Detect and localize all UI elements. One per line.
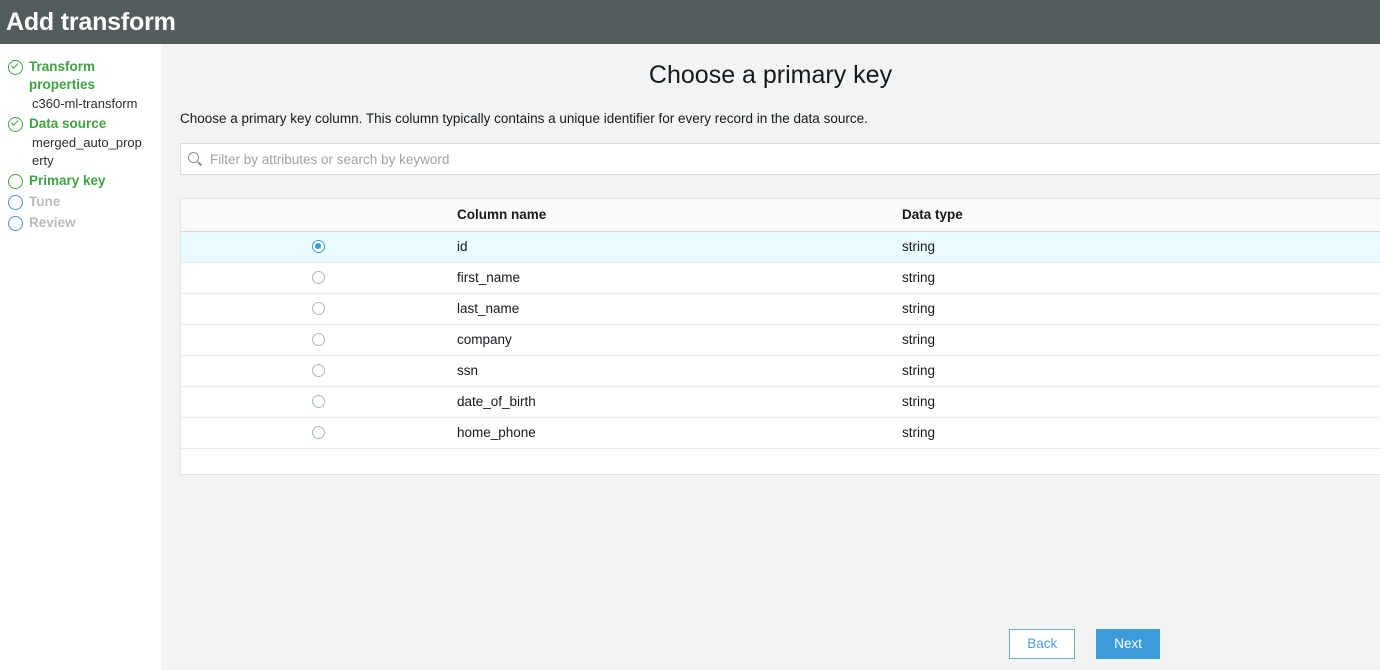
sidebar-item-tune[interactable]: Tune	[0, 191, 161, 212]
row-select-cell[interactable]	[181, 355, 457, 387]
page-title: Add transform	[6, 7, 176, 36]
table-row[interactable]: first_name string	[181, 262, 1380, 294]
sidebar-item-label: Data source	[29, 116, 107, 131]
column-header-select	[181, 199, 457, 232]
cell-column-name: first_name	[457, 262, 902, 294]
radio-button[interactable]	[312, 240, 325, 253]
column-header-data-type: Data type	[902, 199, 1380, 232]
cell-data-type: string	[902, 355, 1380, 387]
table-header-row: Column name Data type	[181, 199, 1380, 232]
app-header: Add transform	[0, 0, 1380, 44]
table-row[interactable]: company string	[181, 324, 1380, 356]
radio-button[interactable]	[312, 271, 325, 284]
wizard-actions: Back Next	[1009, 629, 1160, 659]
columns-table: Column name Data type id string first_na…	[180, 198, 1380, 475]
table-row[interactable]: last_name string	[181, 293, 1380, 325]
cell-data-type: string	[902, 386, 1380, 418]
row-select-cell[interactable]	[181, 230, 457, 263]
sidebar-item-primary-key[interactable]: Primary key	[0, 170, 161, 191]
radio-button[interactable]	[312, 364, 325, 377]
radio-button[interactable]	[312, 333, 325, 346]
page-body: Transform properties c360-ml-transform D…	[0, 44, 1380, 670]
wizard-sidebar: Transform properties c360-ml-transform D…	[0, 44, 161, 670]
check-circle-icon	[8, 60, 23, 75]
sidebar-item-label: Tune	[29, 194, 61, 209]
search-icon	[188, 151, 203, 167]
row-select-cell[interactable]	[181, 293, 457, 325]
cell-column-name: home_phone	[457, 417, 902, 449]
radio-button[interactable]	[312, 395, 325, 408]
row-select-cell[interactable]	[181, 386, 457, 418]
sidebar-item-review[interactable]: Review	[0, 212, 161, 233]
cell-data-type: string	[902, 293, 1380, 325]
sidebar-item-label: Primary key	[29, 173, 106, 188]
search-input[interactable]	[210, 151, 1380, 167]
sidebar-item-subtext: c360-ml-transform	[32, 96, 138, 111]
table-footer	[181, 448, 1380, 475]
next-button[interactable]: Next	[1096, 629, 1160, 659]
main-content: Choose a primary key Choose a primary ke…	[161, 44, 1380, 670]
content-heading: Choose a primary key	[648, 61, 893, 89]
cell-column-name: ssn	[457, 355, 902, 387]
table-row[interactable]: home_phone string	[181, 417, 1380, 449]
cell-column-name: last_name	[457, 293, 902, 325]
table-row[interactable]: date_of_birth string	[181, 386, 1380, 418]
search-bar[interactable]	[180, 143, 1380, 175]
circle-icon	[8, 195, 23, 210]
radio-button[interactable]	[312, 426, 325, 439]
sidebar-item-label: Review	[29, 215, 76, 230]
cell-data-type: string	[902, 417, 1380, 449]
cell-data-type: string	[902, 262, 1380, 294]
sidebar-item-data-source[interactable]: Data source	[0, 113, 161, 134]
row-select-cell[interactable]	[181, 262, 457, 294]
cell-data-type: string	[902, 324, 1380, 356]
sidebar-item-transform-properties[interactable]: Transform properties	[0, 56, 161, 95]
cell-column-name: date_of_birth	[457, 386, 902, 418]
table-row[interactable]: ssn string	[181, 355, 1380, 387]
check-circle-icon	[8, 117, 23, 132]
circle-icon	[8, 174, 23, 189]
content-description: Choose a primary key column. This column…	[180, 111, 868, 126]
cell-column-name: company	[457, 324, 902, 356]
column-header-column-name: Column name	[457, 199, 902, 232]
row-select-cell[interactable]	[181, 324, 457, 356]
radio-button[interactable]	[312, 302, 325, 315]
back-button[interactable]: Back	[1009, 629, 1076, 659]
sidebar-item-subtext: merged_auto_property	[32, 135, 142, 168]
circle-icon	[8, 216, 23, 231]
sidebar-item-label: Transform properties	[29, 59, 96, 92]
cell-column-name: id	[457, 230, 902, 263]
row-select-cell[interactable]	[181, 417, 457, 449]
cell-data-type: string	[902, 230, 1380, 263]
table-row[interactable]: id string	[181, 230, 1380, 263]
